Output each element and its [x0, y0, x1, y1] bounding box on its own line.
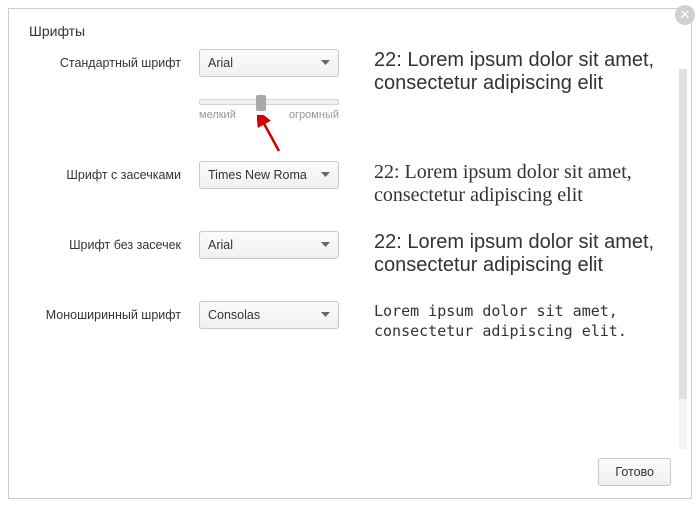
select-sans-font[interactable]: Arial — [199, 231, 339, 259]
chevron-down-icon — [321, 312, 330, 318]
row-serif-font: Шрифт с засечками Times New Roma 22: Lor… — [29, 161, 671, 207]
select-value: Consolas — [208, 308, 260, 322]
select-mono-font[interactable]: Consolas — [199, 301, 339, 329]
select-value: Times New Roma — [208, 168, 307, 182]
preview-standard: 22: Lorem ipsum dolor sit amet, consecte… — [354, 49, 671, 95]
row-standard-font: Стандартный шрифт Arial мелкий огромный — [29, 49, 671, 121]
preview-mono: Lorem ipsum dolor sit amet, consectetur … — [354, 301, 671, 342]
preview-serif: 22: Lorem ipsum dolor sit amet, consecte… — [354, 161, 671, 207]
label-mono-font: Моноширинный шрифт — [29, 301, 199, 323]
select-value: Arial — [208, 56, 233, 70]
page-title: Шрифты — [29, 23, 85, 39]
chevron-down-icon — [321, 242, 330, 248]
slider-max-label: огромный — [289, 109, 339, 121]
fonts-dialog: ✕ Шрифты Стандартный шрифт Arial — [8, 8, 692, 499]
label-serif-font: Шрифт с засечками — [29, 161, 199, 183]
close-icon: ✕ — [680, 7, 691, 22]
slider-thumb[interactable] — [256, 95, 266, 111]
chevron-down-icon — [321, 60, 330, 66]
chevron-down-icon — [321, 172, 330, 178]
select-standard-font[interactable]: Arial — [199, 49, 339, 77]
slider-track[interactable] — [199, 99, 339, 105]
row-mono-font: Моноширинный шрифт Consolas Lorem ipsum … — [29, 301, 671, 342]
slider-min-label: мелкий — [199, 109, 236, 121]
dialog-footer: Готово — [598, 458, 671, 486]
font-size-slider: мелкий огромный — [199, 99, 339, 121]
row-sans-font: Шрифт без засечек Arial 22: Lorem ipsum … — [29, 231, 671, 277]
done-button[interactable]: Готово — [598, 458, 671, 486]
select-serif-font[interactable]: Times New Roma — [199, 161, 339, 189]
dialog-content: Стандартный шрифт Arial мелкий огромный — [9, 49, 691, 342]
label-standard-font: Стандартный шрифт — [29, 49, 199, 71]
select-value: Arial — [208, 238, 233, 252]
preview-sans: 22: Lorem ipsum dolor sit amet, consecte… — [354, 231, 671, 277]
close-button[interactable]: ✕ — [675, 5, 695, 25]
label-sans-font: Шрифт без засечек — [29, 231, 199, 253]
dialog-header: Шрифты — [9, 9, 691, 49]
